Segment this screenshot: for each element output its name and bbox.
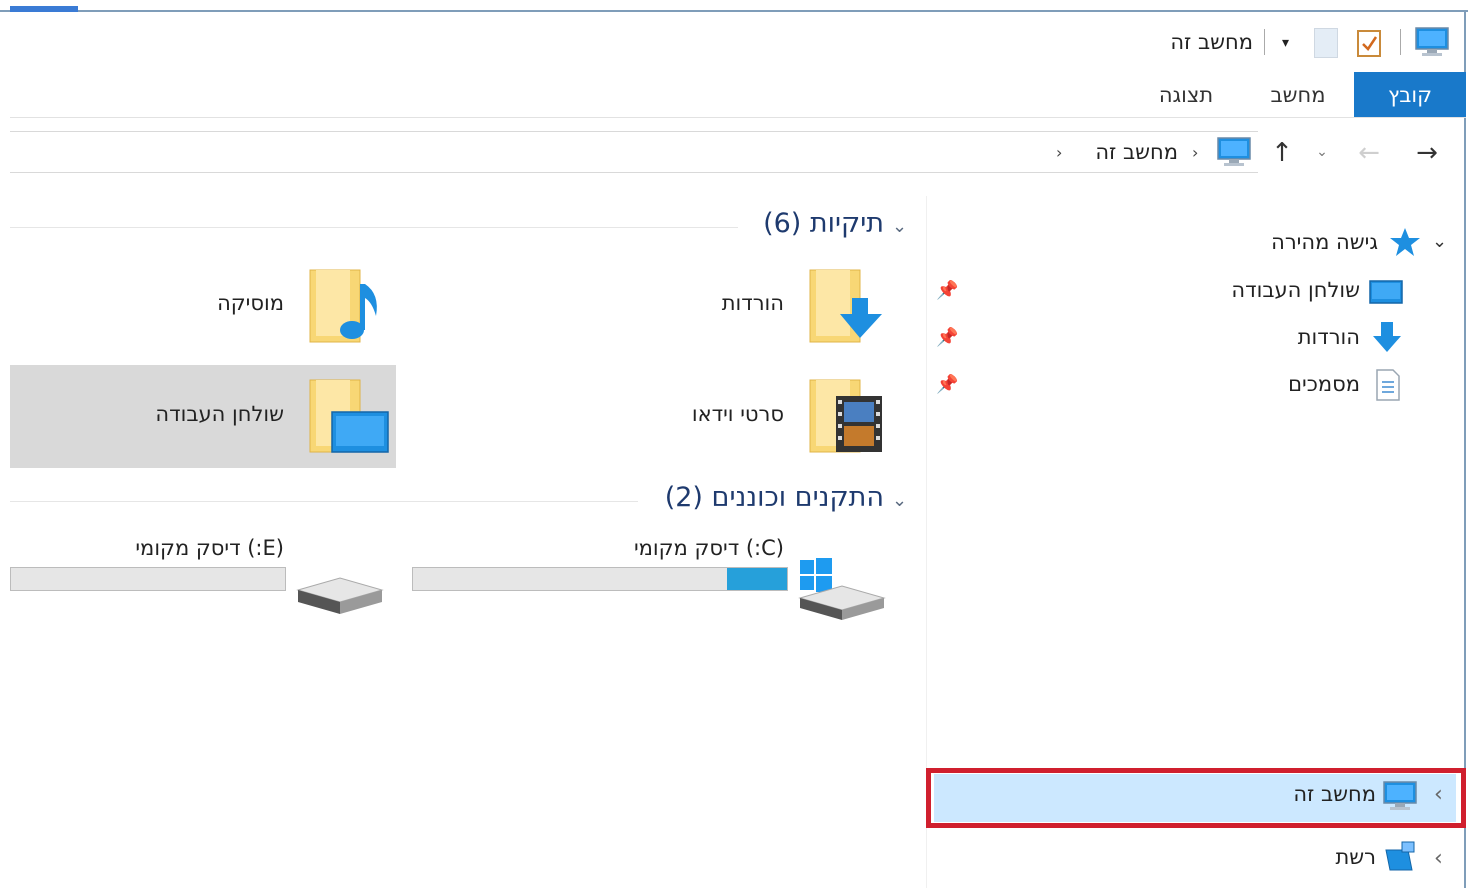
nav-item-documents[interactable]: מסמכים: [1288, 372, 1360, 396]
drive-c-label[interactable]: (C:) דיסק מקומי: [634, 536, 784, 560]
folder-downloads-label[interactable]: הורדות: [722, 291, 784, 315]
network-icon: [1382, 840, 1418, 874]
folder-music-label[interactable]: מוסיקה: [217, 291, 284, 315]
group-divider: [10, 501, 638, 502]
pin-icon[interactable]: 📌: [936, 374, 958, 395]
drive-c-usage-fill: [727, 568, 787, 590]
group-divider: [10, 227, 738, 228]
devices-group-header[interactable]: התקנים וכוננים (2): [665, 482, 884, 513]
forward-button[interactable]: ←: [1352, 136, 1386, 170]
expand-icon[interactable]: ‹: [1434, 846, 1443, 871]
computer-icon: [1216, 136, 1252, 168]
breadcrumb-this-pc[interactable]: מחשב זה: [1095, 140, 1178, 164]
address-bar[interactable]: [10, 131, 1258, 173]
window-frame-top: [0, 10, 1468, 12]
computer-icon: [1382, 780, 1418, 812]
pin-icon[interactable]: 📌: [936, 327, 958, 348]
nav-item-downloads[interactable]: הורדות: [1298, 325, 1360, 349]
tab-file[interactable]: קובץ: [1354, 72, 1466, 118]
chevron-down-icon[interactable]: ⌄: [1432, 232, 1452, 252]
title-separator: [1264, 29, 1265, 55]
tab-computer[interactable]: מחשב: [1250, 72, 1346, 118]
folder-desktop-label[interactable]: שולחן העבודה: [155, 402, 284, 426]
up-button[interactable]: ↑: [1266, 136, 1298, 170]
back-button[interactable]: →: [1410, 136, 1444, 170]
chevron-down-icon[interactable]: ⌄: [892, 216, 907, 237]
breadcrumb-separator[interactable]: ›: [1192, 143, 1198, 162]
quick-access-toolbar-dropdown[interactable]: ▾: [1282, 36, 1296, 50]
videos-folder-icon[interactable]: [806, 376, 886, 456]
pin-icon[interactable]: 📌: [936, 280, 958, 301]
window-frame-right: [1464, 10, 1466, 888]
drive-e-usage-bar: [10, 567, 286, 591]
nav-item-desktop[interactable]: שולחן העבודה: [1231, 278, 1360, 302]
computer-icon: [1414, 26, 1450, 58]
blank-page-icon[interactable]: [1314, 28, 1338, 58]
recent-locations-button[interactable]: ⌄: [1312, 140, 1332, 164]
tab-view[interactable]: תצוגה: [1138, 72, 1234, 118]
documents-icon: [1374, 368, 1402, 402]
breadcrumb-separator[interactable]: ›: [1056, 143, 1062, 162]
nav-item-this-pc-label[interactable]: מחשב זה: [1293, 782, 1376, 806]
ribbon-divider: [10, 117, 1466, 118]
windows-drive-icon[interactable]: [796, 558, 888, 624]
music-folder-icon[interactable]: [306, 266, 386, 346]
drive-c-usage-bar: [412, 567, 788, 591]
expand-icon[interactable]: ‹: [1434, 782, 1443, 807]
desktop-icon: [1368, 278, 1404, 306]
drive-e-label[interactable]: (E:) דיסק מקומי: [135, 536, 284, 560]
nav-quick-access[interactable]: גישה מהירה: [1271, 230, 1378, 254]
title-separator: [1400, 29, 1401, 55]
window-title: מחשב זה: [1170, 30, 1253, 54]
desktop-folder-icon[interactable]: [306, 376, 390, 458]
folder-videos-label[interactable]: סרטי וידאו: [692, 402, 784, 426]
window-accent-mark: [10, 6, 78, 12]
chevron-down-icon[interactable]: ⌄: [892, 490, 907, 511]
downloads-folder-icon[interactable]: [806, 266, 886, 346]
star-icon: [1388, 226, 1422, 258]
nav-item-network[interactable]: רשת: [1335, 845, 1376, 869]
drive-icon[interactable]: [294, 570, 386, 626]
folders-group-header[interactable]: תיקיות (6): [763, 208, 884, 239]
downloads-icon: [1370, 320, 1404, 356]
properties-icon[interactable]: [1356, 28, 1382, 58]
